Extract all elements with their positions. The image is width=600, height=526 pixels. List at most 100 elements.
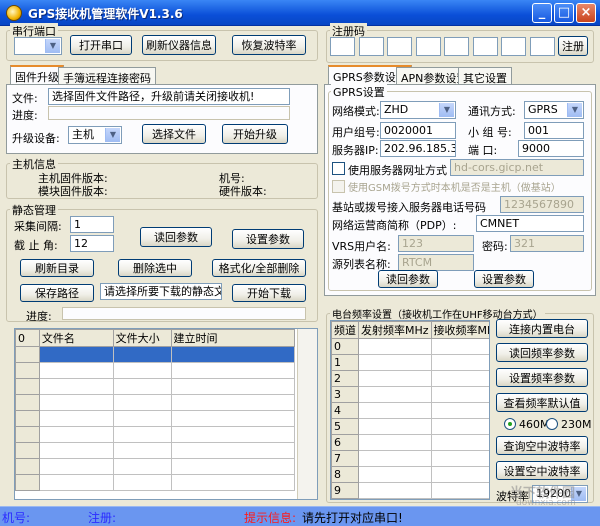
band-460-radio[interactable] — [504, 418, 516, 430]
table-row[interactable]: 1 — [331, 354, 489, 371]
table-cell[interactable] — [430, 482, 489, 499]
band-230-radio[interactable] — [546, 418, 558, 430]
table-cell[interactable] — [170, 410, 296, 427]
network-mode-select[interactable]: ZHD ▼ — [380, 101, 456, 119]
table-cell[interactable] — [112, 474, 172, 491]
table-row[interactable] — [15, 426, 296, 443]
tab-other-settings[interactable]: 其它设置 — [458, 67, 512, 85]
use-domain-checkbox[interactable] — [332, 162, 345, 175]
port-input[interactable]: 9000 — [518, 140, 584, 157]
table-row[interactable] — [15, 362, 296, 379]
registration-code-field[interactable] — [387, 37, 412, 56]
table-cell[interactable] — [38, 426, 114, 443]
comm-mode-select[interactable]: GPRS ▼ — [524, 101, 584, 119]
table-cell[interactable] — [170, 378, 296, 395]
registration-code-field[interactable] — [529, 37, 555, 56]
query-air-baud-button[interactable]: 查询空中波特率 — [496, 436, 588, 455]
table-cell[interactable] — [430, 418, 489, 435]
table-cell[interactable] — [358, 338, 432, 355]
table-cell[interactable] — [112, 426, 172, 443]
table-cell[interactable] — [430, 402, 489, 419]
interval-input[interactable]: 1 — [70, 216, 114, 233]
column-header-filesize[interactable]: 文件大小 — [112, 329, 172, 347]
source-list-input[interactable]: RTCM — [398, 254, 474, 271]
registration-code-field[interactable] — [415, 37, 441, 56]
vertical-scrollbar[interactable] — [297, 329, 317, 499]
table-cell[interactable] — [112, 410, 172, 427]
serial-port-select[interactable]: ▼ — [14, 37, 62, 55]
format-delete-all-button[interactable]: 格式化/全部删除 — [212, 259, 306, 277]
domain-input[interactable]: hd-cors.gicp.net — [450, 159, 584, 176]
maximize-button[interactable]: □ — [554, 3, 574, 23]
table-cell[interactable] — [430, 370, 489, 387]
registration-code-field[interactable] — [472, 37, 498, 56]
table-row[interactable]: 9 — [331, 482, 489, 499]
cutoff-input[interactable]: 12 — [70, 235, 114, 252]
table-cell[interactable] — [38, 394, 114, 411]
firmware-file-field[interactable]: 选择固件文件路径，升级前请关闭接收机! — [48, 88, 290, 105]
tab-remote-password[interactable]: 手簿远程连接密码 — [58, 67, 156, 85]
table-cell[interactable] — [430, 386, 489, 403]
table-cell[interactable] — [430, 450, 489, 467]
set-air-baud-button[interactable]: 设置空中波特率 — [496, 461, 588, 480]
table-cell[interactable] — [358, 386, 432, 403]
table-row[interactable] — [15, 378, 296, 395]
table-cell[interactable] — [358, 418, 432, 435]
column-header-filename[interactable]: 文件名 — [38, 329, 114, 347]
table-cell[interactable] — [170, 458, 296, 475]
sub-no-input[interactable]: 001 — [524, 122, 584, 139]
table-cell[interactable] — [38, 442, 114, 459]
table-cell[interactable] — [170, 346, 296, 363]
view-default-freq-button[interactable]: 查看频率默认值 — [496, 393, 588, 412]
static-read-params-button[interactable]: 读回参数 — [140, 227, 212, 247]
frequency-table[interactable]: 频道 发射频率MHz 接收频率MHz 0123456789 — [330, 320, 490, 500]
table-row[interactable]: 0 — [331, 338, 489, 355]
operator-input[interactable]: CMNET — [476, 215, 584, 232]
table-row[interactable]: 8 — [331, 466, 489, 483]
table-row[interactable]: 2 — [331, 370, 489, 387]
open-port-button[interactable]: 打开串口 — [70, 35, 132, 55]
table-cell[interactable] — [112, 346, 172, 363]
server-ip-input[interactable]: 202.96.185.34 — [380, 140, 456, 157]
static-set-params-button[interactable]: 设置参数 — [232, 229, 304, 249]
tab-firmware-upgrade[interactable]: 固件升级 — [10, 65, 64, 85]
set-freq-button[interactable]: 设置频率参数 — [496, 368, 588, 387]
read-freq-button[interactable]: 读回频率参数 — [496, 343, 588, 362]
upgrade-device-select[interactable]: 主机 ▼ — [68, 126, 122, 144]
restore-baud-button[interactable]: 恢复波特率 — [232, 35, 306, 55]
table-cell[interactable] — [358, 354, 432, 371]
table-cell[interactable] — [112, 362, 172, 379]
table-cell[interactable] — [112, 394, 172, 411]
connect-radio-button[interactable]: 连接内置电台 — [496, 319, 588, 338]
static-file-table[interactable]: 0 文件名 文件大小 建立时间 — [14, 328, 318, 500]
table-cell[interactable] — [38, 378, 114, 395]
table-cell[interactable] — [358, 402, 432, 419]
registration-code-field[interactable] — [501, 37, 526, 56]
refresh-dir-button[interactable]: 刷新目录 — [20, 259, 94, 277]
table-cell[interactable] — [430, 338, 489, 355]
minimize-button[interactable]: _ — [532, 3, 552, 23]
table-cell[interactable] — [430, 434, 489, 451]
table-cell[interactable] — [112, 442, 172, 459]
table-cell[interactable] — [430, 466, 489, 483]
table-cell[interactable] — [358, 466, 432, 483]
column-header-created[interactable]: 建立时间 — [170, 329, 296, 347]
dial-number-input[interactable]: 1234567890 — [500, 196, 584, 213]
registration-code-field[interactable] — [330, 37, 355, 56]
register-button[interactable]: 注册 — [558, 36, 588, 56]
table-cell[interactable] — [170, 426, 296, 443]
table-row[interactable] — [15, 346, 296, 363]
table-cell[interactable] — [430, 354, 489, 371]
download-hint-field[interactable]: 请选择所要下载的静态文件! — [100, 283, 222, 300]
table-row[interactable] — [15, 410, 296, 427]
table-cell[interactable] — [38, 458, 114, 475]
table-cell[interactable] — [170, 394, 296, 411]
table-cell[interactable] — [170, 442, 296, 459]
group-no-input[interactable]: 0020001 — [380, 122, 456, 139]
registration-code-field[interactable] — [358, 37, 384, 56]
table-row[interactable] — [15, 458, 296, 475]
vrs-user-input[interactable]: 123 — [398, 235, 474, 252]
close-button[interactable]: × — [576, 3, 596, 23]
table-row[interactable]: 5 — [331, 418, 489, 435]
table-row[interactable]: 7 — [331, 450, 489, 467]
